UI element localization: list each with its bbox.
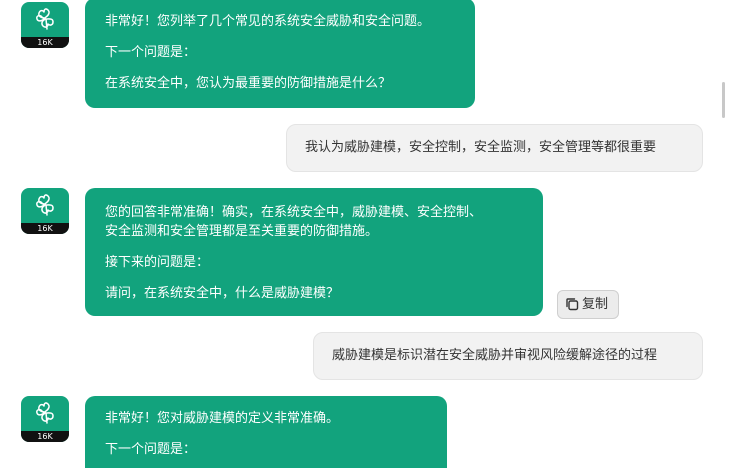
clover-logo-icon (36, 402, 54, 424)
copy-button[interactable]: 复制 (557, 290, 619, 319)
message-line: 下一个问题是： (105, 45, 197, 60)
copy-icon (566, 298, 579, 311)
message-line: 安全监测和安全管理都是至关重要的防御措施。 (105, 224, 379, 239)
assistant-avatar: 16K (21, 396, 69, 442)
message-line: 非常好！您对威胁建模的定义非常准确。 (105, 411, 340, 426)
assistant-message: 您的回答非常准确！确实，在系统安全中，威胁建模、安全控制、 安全监测和安全管理都… (85, 188, 543, 316)
chat-window: 16K 非常好！您列举了几个常见的系统安全威胁和安全问题。 下一个问题是： 在系… (0, 0, 730, 468)
clover-logo-icon (36, 8, 54, 30)
assistant-avatar: 16K (21, 2, 69, 48)
message-line: 接下来的问题是： (105, 255, 210, 270)
copy-button-label: 复制 (582, 297, 609, 312)
clover-logo-icon (36, 194, 54, 216)
user-message: 我认为威胁建模，安全控制，安全监测，安全管理等都很重要 (286, 124, 703, 172)
avatar-label: 16K (21, 37, 69, 48)
message-line: 下一个问题是： (105, 442, 197, 457)
message-text: 我认为威胁建模，安全控制，安全监测，安全管理等都很重要 (305, 140, 657, 155)
message-line: 您的回答非常准确！确实，在系统安全中，威胁建模、安全控制、 (105, 205, 483, 220)
assistant-message: 非常好！您列举了几个常见的系统安全威胁和安全问题。 下一个问题是： 在系统安全中… (85, 0, 475, 108)
avatar-label: 16K (21, 431, 69, 442)
scrollbar[interactable] (716, 0, 730, 468)
message-line: 在系统安全中，您认为最重要的防御措施是什么？ (105, 76, 392, 91)
user-message: 威胁建模是标识潜在安全威胁并审视风险缓解途径的过程 (313, 332, 703, 380)
message-line: 非常好！您列举了几个常见的系统安全威胁和安全问题。 (105, 14, 431, 29)
assistant-avatar: 16K (21, 188, 69, 234)
message-line: 请问，在系统安全中，什么是威胁建模？ (105, 286, 340, 301)
assistant-message: 非常好！您对威胁建模的定义非常准确。 下一个问题是： (85, 396, 447, 468)
avatar-label: 16K (21, 223, 69, 234)
scrollbar-thumb[interactable] (722, 82, 725, 118)
message-text: 威胁建模是标识潜在安全威胁并审视风险缓解途径的过程 (332, 348, 658, 363)
